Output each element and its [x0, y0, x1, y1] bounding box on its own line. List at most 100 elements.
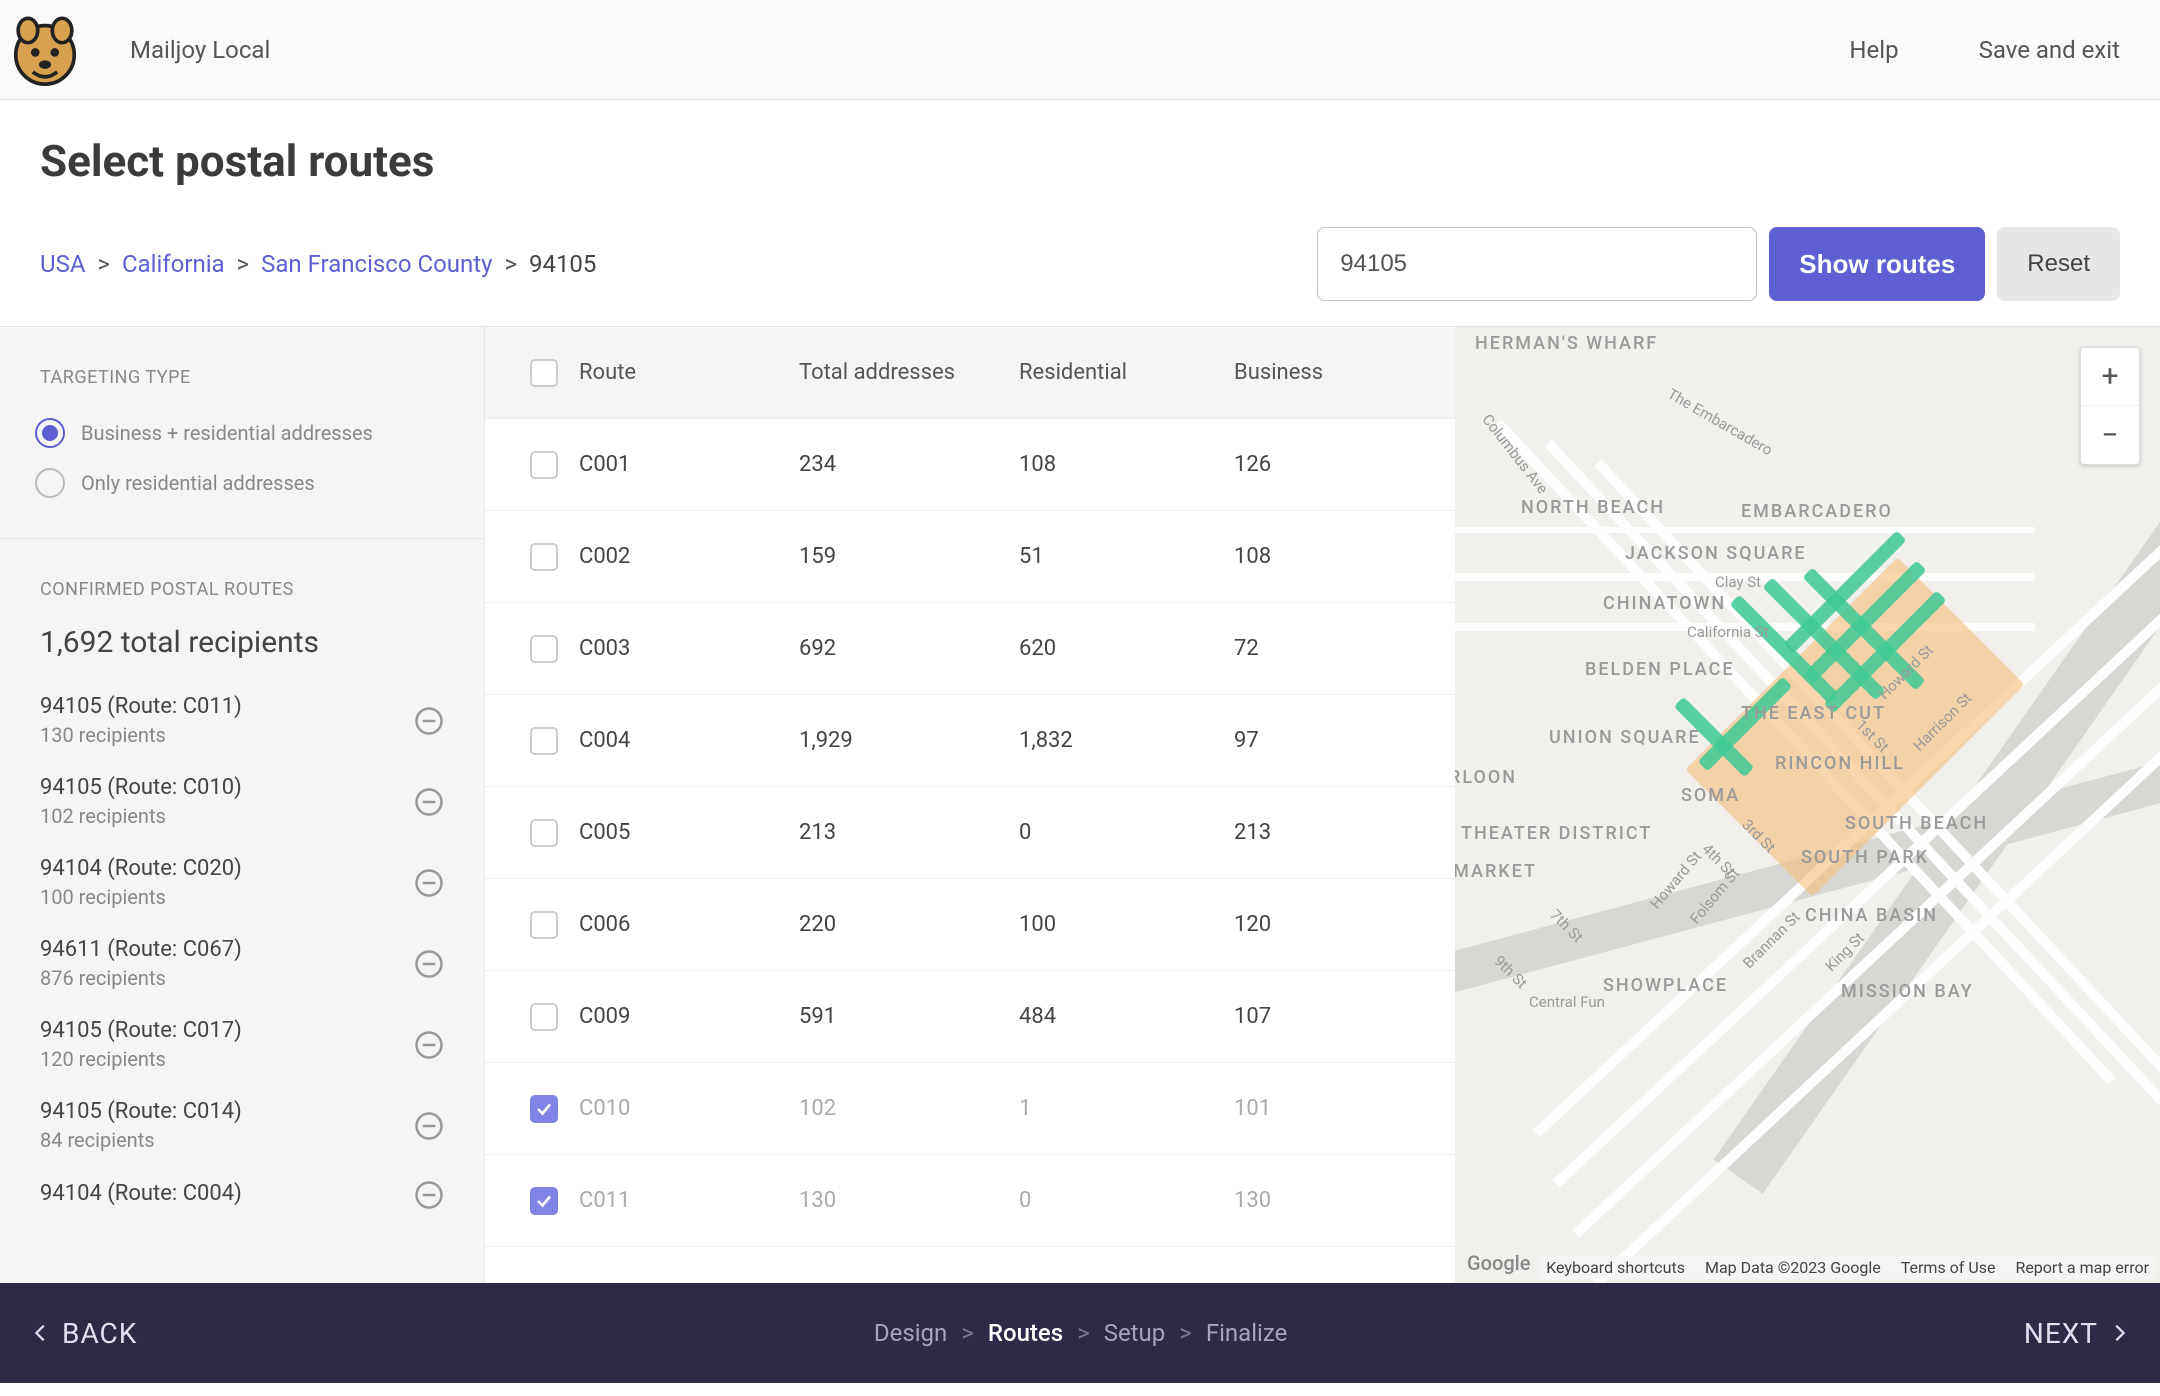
neighborhood-label: JACKSON SQUARE — [1625, 543, 1807, 564]
row-checkbox[interactable] — [530, 543, 558, 571]
row-checkbox[interactable] — [530, 727, 558, 755]
row-checkbox[interactable] — [530, 635, 558, 663]
zip-input[interactable] — [1317, 227, 1757, 301]
table-row[interactable]: C006 220 100 120 — [485, 879, 1455, 971]
map[interactable]: HERMAN'S WHARFNORTH BEACHEMBARCADEROJACK… — [1455, 327, 2160, 1283]
header-total: Total addresses — [799, 360, 1019, 385]
quokka-icon — [6, 11, 84, 89]
keyboard-shortcuts-link[interactable]: Keyboard shortcuts — [1546, 1258, 1685, 1277]
table-row[interactable]: C010 102 1 101 — [485, 1063, 1455, 1155]
breadcrumb-county[interactable]: San Francisco County — [261, 250, 492, 278]
step-setup[interactable]: Setup — [1104, 1319, 1166, 1347]
row-checkbox[interactable] — [530, 451, 558, 479]
route-item-sub: 120 recipients — [40, 1047, 414, 1071]
zoom-out-button[interactable]: − — [2081, 406, 2139, 464]
help-link[interactable]: Help — [1809, 36, 1938, 64]
cell-route: C004 — [579, 728, 799, 753]
table-header-row: Route Total addresses Residential Busine… — [485, 327, 1455, 419]
breadcrumb-state[interactable]: California — [122, 250, 225, 278]
sidebar: TARGETING TYPE Business + residential ad… — [0, 327, 485, 1283]
remove-route-button[interactable] — [414, 1180, 444, 1210]
route-item-sub: 102 recipients — [40, 804, 414, 828]
row-checkbox[interactable] — [530, 1003, 558, 1031]
topbar: Mailjoy Local Help Save and exit — [0, 0, 2160, 100]
terms-link[interactable]: Terms of Use — [1901, 1258, 1996, 1277]
route-table: Route Total addresses Residential Busine… — [485, 327, 1455, 1283]
radio-icon — [35, 468, 65, 498]
minus-circle-icon — [414, 706, 444, 736]
save-exit-link[interactable]: Save and exit — [1939, 36, 2160, 64]
step-finalize[interactable]: Finalize — [1206, 1319, 1288, 1347]
next-button[interactable]: NEXT — [2024, 1317, 2130, 1350]
cell-residential: 51 — [1019, 544, 1234, 569]
targeting-radio-group: Business + residential addresses Only re… — [0, 403, 484, 538]
cell-business: 120 — [1234, 912, 1414, 937]
route-item-title: 94104 (Route: C020) — [40, 856, 414, 881]
table-row[interactable]: C002 159 51 108 — [485, 511, 1455, 603]
chevron-right-icon: > — [1077, 1319, 1090, 1347]
row-checkbox[interactable] — [530, 1095, 558, 1123]
row-checkbox[interactable] — [530, 1187, 558, 1215]
remove-route-button[interactable] — [414, 706, 444, 736]
street-label: The Embarcadero — [1664, 385, 1775, 460]
table-row[interactable]: C005 213 0 213 — [485, 787, 1455, 879]
cell-residential: 1 — [1019, 1096, 1234, 1121]
minus-circle-icon — [414, 1111, 444, 1141]
remove-route-button[interactable] — [414, 949, 444, 979]
radio-icon — [35, 418, 65, 448]
targeting-option-business-residential[interactable]: Business + residential addresses — [35, 408, 449, 458]
remove-route-button[interactable] — [414, 1111, 444, 1141]
back-button[interactable]: BACK — [30, 1317, 137, 1350]
chevron-left-icon — [30, 1322, 52, 1344]
remove-route-button[interactable] — [414, 787, 444, 817]
confirmed-route-item: 94105 (Route: C010) 102 recipients — [0, 761, 484, 842]
street-label: Central Fun — [1529, 993, 1605, 1011]
chevron-right-icon: > — [961, 1319, 974, 1347]
show-routes-button[interactable]: Show routes — [1769, 227, 1985, 301]
cell-total: 220 — [799, 912, 1019, 937]
minus-circle-icon — [414, 949, 444, 979]
neighborhood-label: RLOON — [1455, 767, 1517, 788]
neighborhood-label: RINCON HILL — [1775, 753, 1905, 774]
targeting-type-heading: TARGETING TYPE — [0, 327, 484, 403]
cell-route: C005 — [579, 820, 799, 845]
route-item-title: 94105 (Route: C017) — [40, 1018, 414, 1043]
neighborhood-label: UNION SQUARE — [1549, 727, 1701, 748]
row-checkbox[interactable] — [530, 819, 558, 847]
reset-button[interactable]: Reset — [1997, 227, 2120, 301]
radio-label: Business + residential addresses — [81, 421, 373, 445]
breadcrumb-country[interactable]: USA — [40, 250, 85, 278]
total-recipients: 1,692 total recipients — [0, 615, 484, 680]
cell-residential: 0 — [1019, 1188, 1234, 1213]
zoom-in-button[interactable]: + — [2081, 348, 2139, 406]
app-name: Mailjoy Local — [100, 36, 270, 64]
cell-business: 101 — [1234, 1096, 1414, 1121]
route-item-sub: 130 recipients — [40, 723, 414, 747]
step-design[interactable]: Design — [874, 1319, 947, 1347]
cell-business: 130 — [1234, 1188, 1414, 1213]
remove-route-button[interactable] — [414, 1030, 444, 1060]
cell-route: C010 — [579, 1096, 799, 1121]
street-label: Columbus Ave — [1478, 411, 1551, 498]
cell-business: 108 — [1234, 544, 1414, 569]
minus-circle-icon — [414, 787, 444, 817]
content: TARGETING TYPE Business + residential ad… — [0, 326, 2160, 1283]
step-routes[interactable]: Routes — [988, 1319, 1063, 1347]
targeting-option-residential-only[interactable]: Only residential addresses — [35, 458, 449, 508]
table-row[interactable]: C001 234 108 126 — [485, 419, 1455, 511]
minus-circle-icon — [414, 868, 444, 898]
select-all-checkbox[interactable] — [530, 359, 558, 387]
table-row[interactable]: C003 692 620 72 — [485, 603, 1455, 695]
table-row[interactable]: C009 591 484 107 — [485, 971, 1455, 1063]
header-business: Business — [1234, 360, 1414, 385]
row-checkbox[interactable] — [530, 911, 558, 939]
table-row[interactable]: C004 1,929 1,832 97 — [485, 695, 1455, 787]
neighborhood-label: HERMAN'S WHARF — [1475, 333, 1658, 354]
page-title: Select postal routes — [40, 135, 2120, 187]
confirmed-route-item: 94105 (Route: C014) 84 recipients — [0, 1085, 484, 1166]
cell-total: 159 — [799, 544, 1019, 569]
logo[interactable] — [0, 0, 100, 100]
report-error-link[interactable]: Report a map error — [2015, 1258, 2149, 1277]
remove-route-button[interactable] — [414, 868, 444, 898]
table-row[interactable]: C011 130 0 130 — [485, 1155, 1455, 1247]
